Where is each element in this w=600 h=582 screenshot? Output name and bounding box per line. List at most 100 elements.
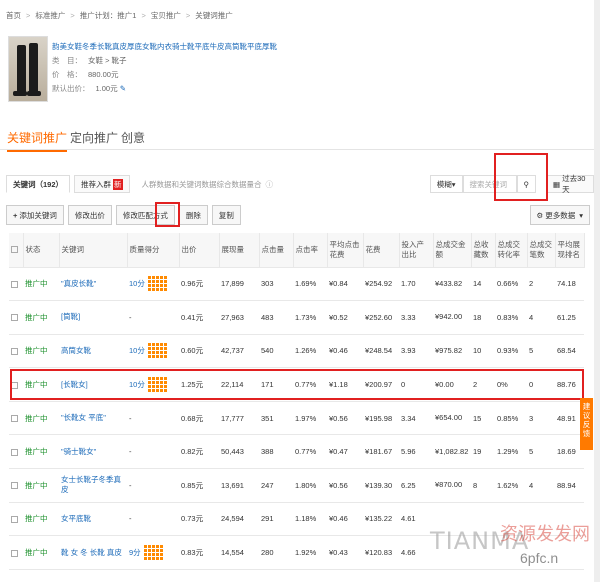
cell-cost: ¥252.60 [363, 300, 399, 335]
breadcrumb-item[interactable]: 推广计划：推广1 [80, 10, 137, 21]
row-checkbox[interactable] [11, 549, 18, 557]
cell-orders: 4 [527, 468, 555, 503]
edit-bid-button[interactable]: 修改出价 [67, 205, 112, 225]
period-select[interactable]: ▦ 过去30天 [546, 174, 594, 194]
cell-keyword[interactable]: "骑士靴女" [59, 434, 127, 470]
breadcrumb-item[interactable]: 关键词推广 [195, 10, 233, 21]
row-checkbox[interactable] [11, 415, 18, 423]
breadcrumb-item[interactable]: 宝贝推广 [151, 10, 181, 21]
cell-keyword[interactable]: 高筒女靴 [59, 334, 127, 369]
cell-bid[interactable]: 0.41元 [179, 300, 219, 335]
cell-score: - [127, 502, 179, 537]
cell-status-value: 推广中 [25, 346, 48, 356]
column-header[interactable]: 花费 [363, 233, 400, 268]
cell-cost: ¥120.83 [363, 535, 399, 570]
tab-keyword-promotion[interactable]: 关键词推广 [7, 129, 68, 152]
column-header[interactable]: 点击率 [293, 233, 328, 268]
breadcrumb-item[interactable]: 首页 [6, 10, 21, 21]
keywords-count-tab[interactable]: 关键词（192） [6, 175, 71, 193]
cell-fav-value: 14 [473, 279, 482, 289]
cell-cost-value: ¥120.83 [365, 548, 393, 558]
edit-pencil-icon[interactable]: ✎ [120, 84, 126, 93]
column-header[interactable]: 总成交金额 [433, 233, 472, 268]
tab-bar: 关键词推广 定向推广 创意 [0, 126, 594, 152]
cell-keyword-value: 女士长靴子冬季真皮 [61, 475, 121, 495]
row-checkbox[interactable] [11, 448, 18, 456]
row-checkbox[interactable] [11, 515, 18, 523]
cell-orders-value: 5 [529, 346, 534, 356]
breadcrumb-separator: > [70, 10, 75, 20]
column-header[interactable]: 总收藏数 [471, 233, 496, 268]
row-checkbox[interactable] [11, 280, 18, 288]
cell-keyword[interactable]: 女士长靴子冬季真皮 [59, 468, 127, 503]
delete-button[interactable]: 删除 [178, 205, 208, 225]
gear-icon: ⚙ [536, 210, 544, 220]
cell-keyword-value: "真皮长靴" [61, 278, 97, 288]
highlight-row [10, 369, 584, 400]
column-header[interactable]: 关键词 [59, 233, 128, 268]
product-thumbnail[interactable] [8, 36, 48, 102]
cell-bid[interactable]: 0.60元 [179, 334, 219, 369]
table-row[interactable]: 推广中 高筒女靴 10分 0.60元 42,737 540 1.26% ¥0.46 ¥248.5… [9, 334, 584, 369]
cell-bid[interactable]: 0.85元 [179, 468, 219, 503]
cell-bid[interactable]: 0.82元 [179, 434, 219, 470]
cell-keyword[interactable]: "真皮长靴" [59, 267, 127, 302]
breadcrumb-item[interactable]: 标准推广 [35, 10, 65, 21]
cell-cpc: ¥0.47 [327, 434, 363, 470]
cell-bid[interactable]: 0.68元 [179, 401, 219, 436]
column-header[interactable]: 投入产出比 [399, 233, 434, 268]
column-header[interactable]: 总成交转化率 [495, 233, 528, 268]
copy-button[interactable]: 复制 [211, 205, 241, 225]
cell-keyword[interactable]: 靴 女 冬 长靴 真皮 [59, 535, 127, 570]
table-row[interactable]: 推广中 "真皮长靴" 10分 0.96元 17,899 303 1.69% ¥0.84 ¥254… [9, 267, 584, 302]
feedback-button[interactable]: 建议反馈 [580, 398, 593, 450]
tab-targeted-promotion[interactable]: 定向推广 [70, 129, 118, 146]
row-select-cell [9, 434, 23, 470]
keyword-table: 状态 关键词 质量得分 出价 展现量 点击量 点击率 平均点击花费 花费 投入产出比 总成交金额 总收… [9, 233, 585, 570]
product-title[interactable]: 韵美女鞋冬季长靴真皮厚底女靴内衣骑士靴平底牛皮高筒靴平底厚靴 [52, 40, 277, 54]
cell-clicks: 483 [259, 300, 293, 335]
cell-cpc-value: ¥0.84 [329, 279, 348, 289]
row-checkbox[interactable] [11, 314, 18, 322]
table-row[interactable]: 推广中 "骑士靴女" - 0.82元 50,443 388 0.77% ¥0.47 ¥181.6… [9, 434, 584, 470]
cell-bid[interactable]: 0.96元 [179, 267, 219, 302]
search-field-select[interactable]: 模糊 ▾ [429, 175, 463, 193]
calendar-icon: ▦ [553, 179, 561, 189]
table-row[interactable]: 推广中 [筒靴] - 0.41元 27,963 483 1.73% ¥0.52 ¥252.60 3… [9, 300, 584, 335]
cell-bid-value: 0.41元 [181, 312, 204, 322]
select-all-checkbox[interactable] [11, 246, 18, 254]
suggest-crowd-tab[interactable]: 推荐入群新 [74, 175, 130, 193]
cell-keyword[interactable]: [筒靴] [59, 300, 127, 335]
cell-keyword[interactable]: 女平底靴 [59, 502, 127, 537]
column-header[interactable]: 出价 [179, 233, 220, 268]
cell-amount: ¥942.00 [433, 300, 471, 335]
row-checkbox[interactable] [11, 348, 18, 355]
select-all-cell [9, 233, 24, 268]
help-icon[interactable]: ⓘ [266, 179, 274, 190]
cell-fav: 19 [471, 434, 495, 470]
row-checkbox[interactable] [11, 482, 18, 490]
column-header[interactable]: 质量得分 [127, 233, 180, 268]
column-header[interactable]: 平均展现排名 [555, 233, 585, 268]
table-row[interactable]: 推广中 女士长靴子冬季真皮 - 0.85元 13,691 247 1.80% ¥0.56 ¥13… [9, 468, 584, 503]
column-header[interactable]: 点击量 [259, 233, 294, 268]
cell-roi-value: 5.96 [401, 447, 416, 457]
column-header[interactable]: 展现量 [219, 233, 260, 268]
cell-bid-value: 0.73元 [181, 514, 204, 524]
column-header[interactable]: 平均点击花费 [327, 233, 364, 268]
breadcrumb: 首页 > 标准推广 > 推广计划：推广1 > 宝贝推广 > 关键词推广 [0, 0, 594, 30]
cell-cost-value: ¥248.54 [365, 346, 393, 356]
cell-orders-value: 4 [529, 480, 534, 490]
cell-orders: 4 [527, 300, 555, 335]
column-header[interactable]: 状态 [23, 233, 60, 268]
more-data-button[interactable]: ⚙ 更多数据 ▾ [529, 205, 590, 225]
cell-bid[interactable]: 0.83元 [179, 535, 219, 570]
tab-creative[interactable]: 创意 [121, 129, 145, 146]
cell-keyword[interactable]: "长靴女 平底" [59, 401, 127, 436]
cell-ctr-value: 1.92% [295, 548, 317, 558]
cell-bid[interactable]: 0.73元 [179, 502, 219, 537]
scrollbar[interactable] [594, 0, 600, 582]
add-keyword-button[interactable]: + 添加关键词 [6, 205, 64, 225]
table-row[interactable]: 推广中 "长靴女 平底" - 0.68元 17,777 351 1.97% ¥0.56 ¥195… [9, 401, 584, 436]
column-header[interactable]: 总成交笔数 [527, 233, 556, 268]
